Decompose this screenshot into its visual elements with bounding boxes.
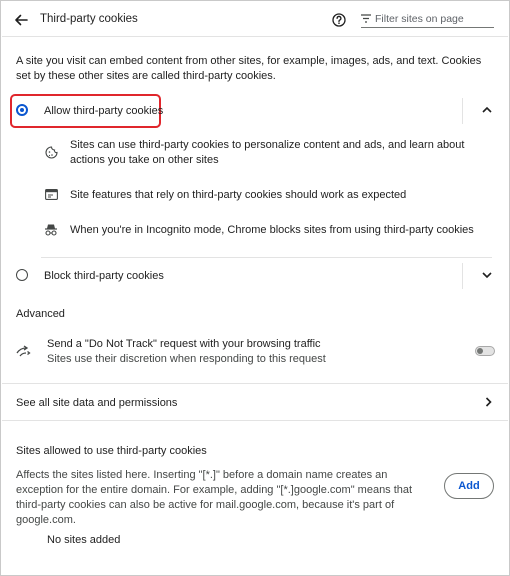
expand-separator bbox=[462, 98, 463, 124]
dnt-title: Send a "Do Not Track" request with your … bbox=[47, 338, 321, 350]
incognito-icon bbox=[44, 223, 58, 236]
cookie-icon bbox=[45, 146, 58, 159]
filter-search-field[interactable]: Filter sites on page bbox=[361, 9, 494, 28]
block-radio[interactable] bbox=[16, 269, 28, 281]
allowed-sites-heading: Sites allowed to use third-party cookies bbox=[16, 445, 207, 457]
help-circle-icon[interactable] bbox=[332, 13, 346, 27]
header-divider bbox=[2, 36, 508, 37]
filter-placeholder: Filter sites on page bbox=[375, 13, 464, 25]
filter-icon bbox=[361, 14, 371, 23]
see-all-site-data-label[interactable]: See all site data and permissions bbox=[16, 397, 177, 409]
bullet-personalize: Sites can use third-party cookies to per… bbox=[70, 139, 465, 166]
bullet-site-features: Site features that rely on third-party c… bbox=[70, 189, 407, 201]
options-divider bbox=[41, 257, 492, 258]
allow-radio[interactable] bbox=[16, 104, 28, 116]
page-title: Third-party cookies bbox=[40, 13, 138, 25]
add-site-button[interactable]: Add bbox=[444, 473, 494, 499]
chevron-down-icon[interactable] bbox=[482, 272, 492, 279]
dnt-toggle[interactable] bbox=[475, 346, 495, 356]
radio-selected-dot bbox=[20, 108, 24, 112]
expand-separator bbox=[462, 263, 463, 289]
back-arrow-icon[interactable] bbox=[14, 13, 28, 27]
block-option-label[interactable]: Block third-party cookies bbox=[44, 270, 164, 282]
intro-text: A site you visit can embed content from … bbox=[16, 55, 482, 82]
allowed-sites-description: Affects the sites listed here. Inserting… bbox=[16, 469, 413, 526]
dnt-subtitle: Sites use their discretion when respondi… bbox=[47, 353, 326, 365]
do-not-track-icon bbox=[16, 345, 32, 357]
section-divider bbox=[2, 420, 508, 421]
advanced-heading: Advanced bbox=[16, 308, 65, 320]
chevron-up-icon[interactable] bbox=[482, 106, 492, 113]
toggle-knob bbox=[477, 348, 483, 354]
allow-option-label[interactable]: Allow third-party cookies bbox=[44, 105, 163, 117]
empty-list-message: No sites added bbox=[47, 534, 121, 546]
web-asset-icon bbox=[45, 189, 58, 200]
bullet-incognito: When you're in Incognito mode, Chrome bl… bbox=[70, 224, 474, 236]
chevron-right-icon[interactable] bbox=[485, 397, 492, 407]
